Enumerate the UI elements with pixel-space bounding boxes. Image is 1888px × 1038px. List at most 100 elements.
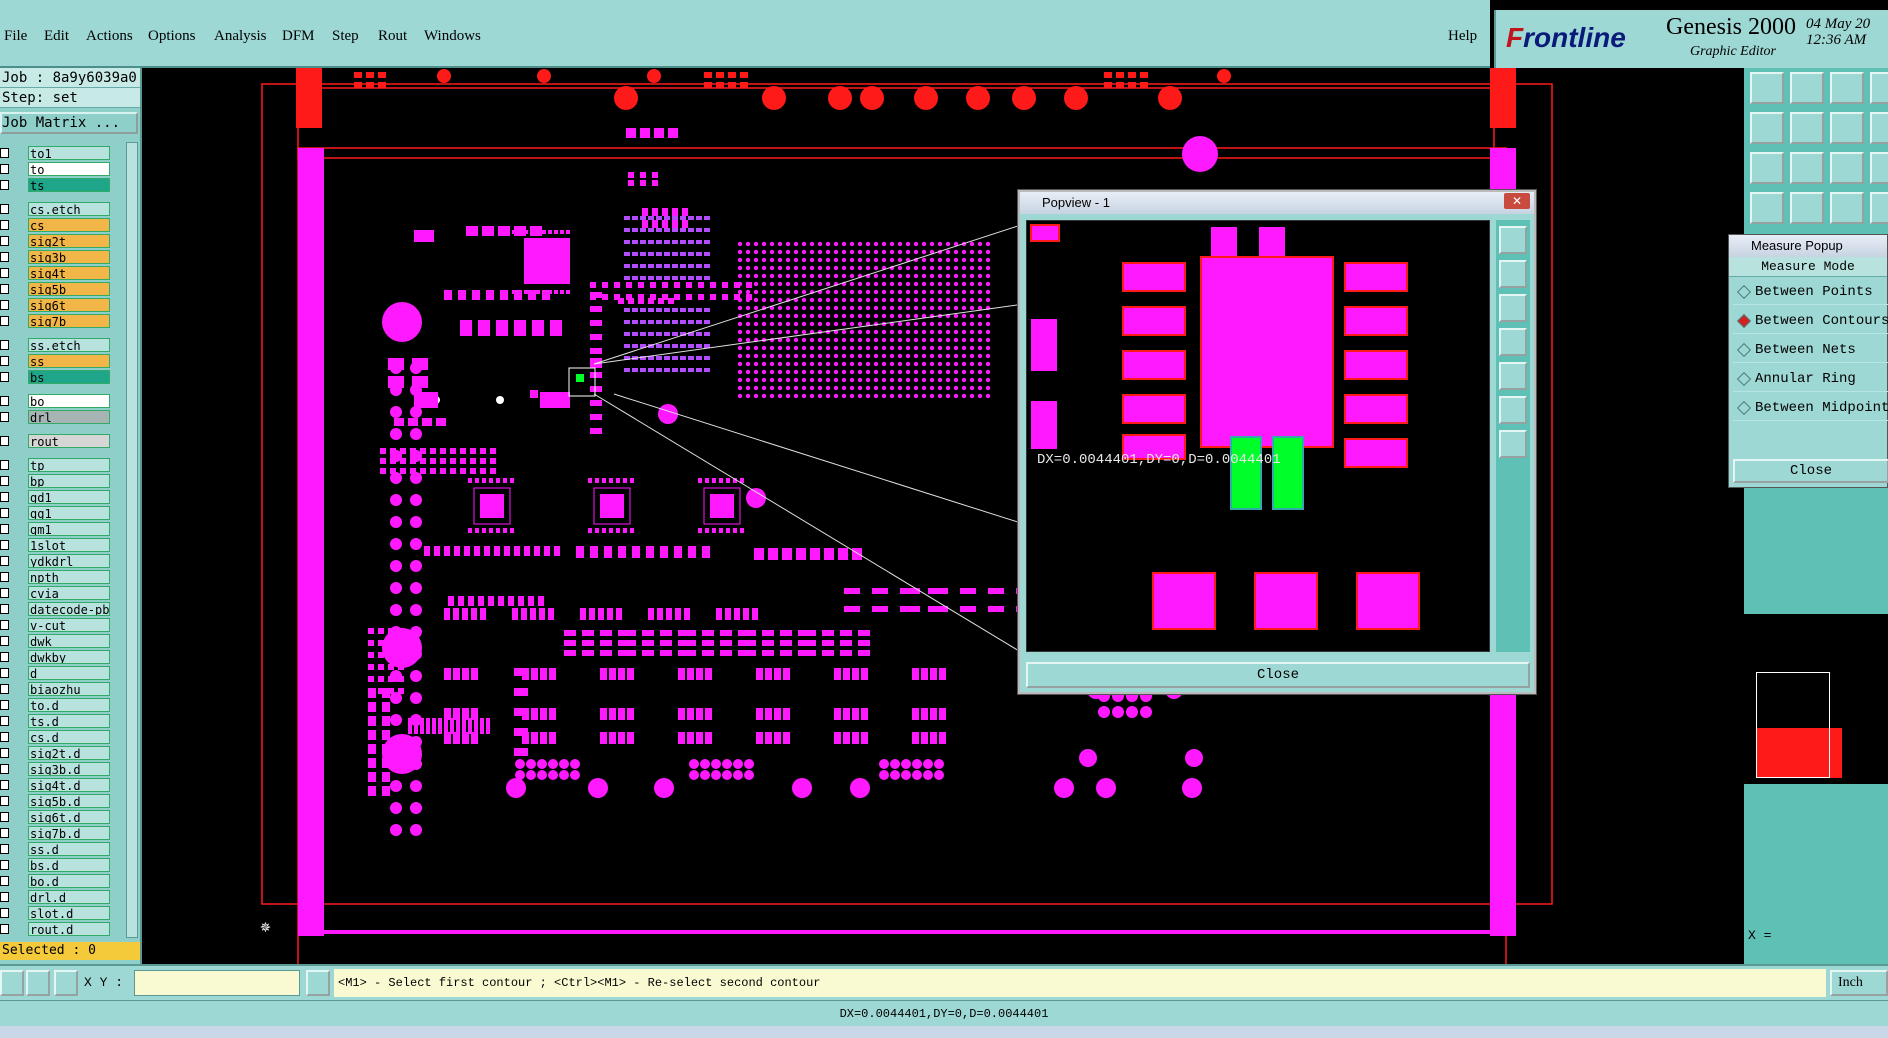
popview-close-button[interactable]: Close: [1026, 662, 1530, 688]
grid-icon[interactable]: [54, 970, 78, 996]
layer-row[interactable]: sig2t.d: [0, 746, 112, 760]
layer-row[interactable]: sig6t.d: [0, 810, 112, 824]
layer-checkbox[interactable]: [0, 908, 9, 918]
measure-option[interactable]: Between Nets: [1733, 337, 1888, 363]
layer-row[interactable]: cvia: [0, 586, 112, 600]
layer-row[interactable]: sig7b.d: [0, 826, 112, 840]
layer-checkbox[interactable]: [0, 268, 9, 278]
menu-file[interactable]: File: [4, 28, 27, 45]
layer-checkbox[interactable]: [0, 796, 9, 806]
layer-row[interactable]: cs: [0, 218, 112, 232]
layer-checkbox[interactable]: [0, 604, 9, 614]
menu-windows[interactable]: Windows: [424, 28, 481, 45]
layer-checkbox[interactable]: [0, 892, 9, 902]
layer-checkbox[interactable]: [0, 588, 9, 598]
layer-checkbox[interactable]: [0, 148, 9, 158]
home-icon[interactable]: [1750, 72, 1784, 104]
pan-right-icon[interactable]: [1870, 72, 1888, 104]
one-to-one-icon[interactable]: [1830, 152, 1864, 184]
layer-scrollbar[interactable]: [126, 142, 138, 938]
measure-option[interactable]: Between Contours: [1733, 308, 1888, 334]
layer-row[interactable]: datecode-pbe: [0, 602, 112, 616]
layer-checkbox[interactable]: [0, 620, 9, 630]
fit-icon[interactable]: [1750, 152, 1784, 184]
layer-row[interactable]: drl.d: [0, 890, 112, 904]
layer-checkbox[interactable]: [0, 924, 9, 934]
layer-row[interactable]: ts.d: [0, 714, 112, 728]
layer-checkbox[interactable]: [0, 252, 9, 262]
snap-icon[interactable]: [0, 970, 24, 996]
layer-row[interactable]: sig4t: [0, 266, 112, 280]
layer-checkbox[interactable]: [0, 524, 9, 534]
layer-checkbox[interactable]: [0, 436, 9, 446]
layer-checkbox[interactable]: [0, 764, 9, 774]
undo-view-icon[interactable]: [1830, 112, 1864, 144]
layer-row[interactable]: d: [0, 666, 112, 680]
layer-row[interactable]: bs: [0, 370, 112, 384]
layer-checkbox[interactable]: [0, 460, 9, 470]
menu-analysis[interactable]: Analysis: [214, 28, 267, 45]
overview-map[interactable]: [1744, 614, 1888, 784]
layer-row[interactable]: bo: [0, 394, 112, 408]
layer-checkbox[interactable]: [0, 164, 9, 174]
snap-icon[interactable]: [1830, 192, 1864, 224]
pan-left-icon[interactable]: [1750, 112, 1784, 144]
info-icon[interactable]: [306, 970, 330, 996]
layer-checkbox[interactable]: [0, 556, 9, 566]
layer-row[interactable]: sig2t: [0, 234, 112, 248]
popview-pan-up-icon[interactable]: [1499, 260, 1527, 288]
units-button[interactable]: Inch: [1830, 970, 1888, 996]
layer-row[interactable]: sig3b.d: [0, 762, 112, 776]
layer-row[interactable]: 1slot: [0, 538, 112, 552]
layer-row[interactable]: gm1: [0, 522, 112, 536]
layer-checkbox[interactable]: [0, 540, 9, 550]
layer-row[interactable]: npth: [0, 570, 112, 584]
grid-icon[interactable]: [1790, 192, 1824, 224]
layer-row[interactable]: ts: [0, 178, 112, 192]
layer-row[interactable]: rout.d: [0, 922, 112, 936]
layer-checkbox[interactable]: [0, 780, 9, 790]
menu-dfm[interactable]: DFM: [282, 28, 315, 45]
layer-checkbox[interactable]: [0, 316, 9, 326]
layer-row[interactable]: dwkby: [0, 650, 112, 664]
layer-row[interactable]: gg1: [0, 506, 112, 520]
measure-option[interactable]: Between Midpoints: [1733, 395, 1888, 421]
layer-row[interactable]: rout: [0, 434, 112, 448]
layer-checkbox[interactable]: [0, 300, 9, 310]
layer-row[interactable]: ss.d: [0, 842, 112, 856]
layer-checkbox[interactable]: [0, 572, 9, 582]
layer-row[interactable]: tp: [0, 458, 112, 472]
layer-row[interactable]: ss.etch: [0, 338, 112, 352]
layer-row[interactable]: dwk: [0, 634, 112, 648]
layer-row[interactable]: bp: [0, 474, 112, 488]
layer-checkbox[interactable]: [0, 732, 9, 742]
layer-checkbox[interactable]: [0, 508, 9, 518]
zoom-fit-icon[interactable]: [1870, 112, 1888, 144]
layer-checkbox[interactable]: [0, 492, 9, 502]
measure-popup-titlebar[interactable]: Measure Popup: [1729, 235, 1887, 257]
layer-row[interactable]: ydkdrl: [0, 554, 112, 568]
popview-close-icon[interactable]: ✕: [1504, 193, 1530, 209]
layer-checkbox[interactable]: [0, 668, 9, 678]
layer-checkbox[interactable]: [0, 652, 9, 662]
layer-checkbox[interactable]: [0, 700, 9, 710]
popview-pan-right-icon[interactable]: [1499, 362, 1527, 390]
layer-checkbox[interactable]: [0, 372, 9, 382]
reset-icon[interactable]: [1830, 72, 1864, 104]
layer-checkbox[interactable]: [0, 860, 9, 870]
layer-row[interactable]: ss: [0, 354, 112, 368]
measure-icon[interactable]: [1790, 152, 1824, 184]
highlight-icon[interactable]: [1870, 192, 1888, 224]
popview-zoom-in-icon[interactable]: [1499, 226, 1527, 254]
zoom-box-icon[interactable]: [1790, 112, 1824, 144]
overview-viewport[interactable]: [1756, 672, 1830, 778]
layer-row[interactable]: to.d: [0, 698, 112, 712]
menu-step[interactable]: Step: [332, 28, 359, 45]
layer-row[interactable]: to: [0, 162, 112, 176]
layer-checkbox[interactable]: [0, 636, 9, 646]
measure-option[interactable]: Between Points: [1733, 279, 1888, 305]
popview-fit-icon[interactable]: [1499, 396, 1527, 424]
layer-row[interactable]: bo.d: [0, 874, 112, 888]
layer-checkbox[interactable]: [0, 180, 9, 190]
layer-row[interactable]: sig4t.d: [0, 778, 112, 792]
